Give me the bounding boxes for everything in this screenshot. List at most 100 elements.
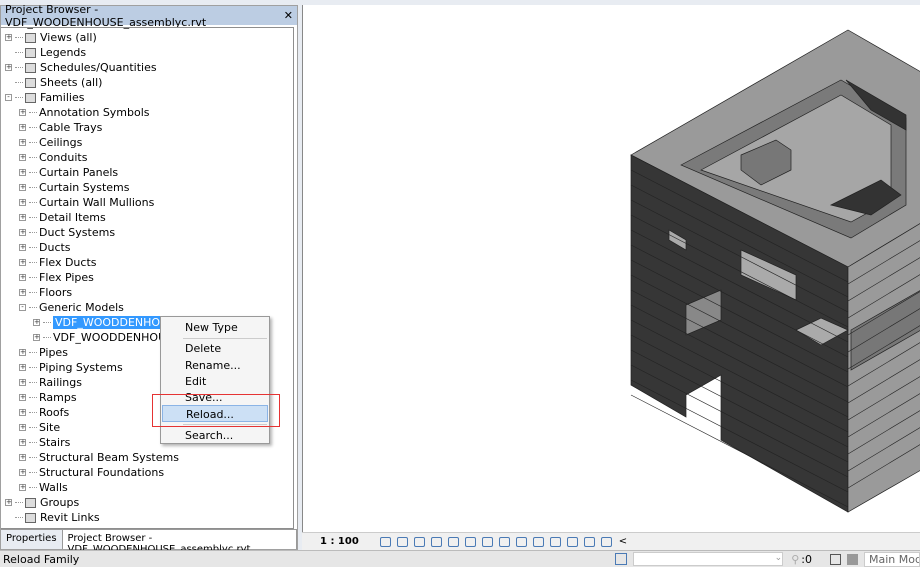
temp-view-props-icon[interactable] [549,536,561,547]
tree-item[interactable]: + Ceilings [19,135,82,150]
tree-item[interactable]: + Stairs [19,435,70,450]
expand-icon[interactable]: + [19,454,26,461]
tree-connector [29,472,37,473]
menu-item-delete[interactable]: Delete [162,340,268,357]
tree-item[interactable]: + Floors [19,285,72,300]
expand-icon[interactable]: + [19,484,26,491]
tree-item-label: Ramps [39,391,77,404]
lock-view-icon[interactable] [498,536,510,547]
expand-icon[interactable]: + [19,244,26,251]
expand-icon[interactable]: + [19,379,26,386]
design-options-icon[interactable] [830,553,841,565]
editing-requests-icon[interactable] [847,553,858,565]
hide-elements-icon[interactable] [583,536,595,547]
tree-item[interactable]: + Curtain Panels [19,165,118,180]
menu-item-edit[interactable]: Edit [162,373,268,390]
expand-icon[interactable]: + [19,409,26,416]
tree-item-label: Stairs [39,436,71,449]
scale-selector[interactable]: 1 : 100 [320,536,359,547]
tree-item[interactable]: + Groups [5,495,79,510]
menu-item-search[interactable]: Search... [162,427,268,444]
tree-item[interactable]: Legends [5,45,86,60]
tree-item[interactable]: + Ramps [19,390,77,405]
reveal-hidden-icon[interactable] [532,536,544,547]
expand-icon[interactable]: + [33,319,40,326]
tree-item[interactable]: + Roofs [19,405,69,420]
expand-icon[interactable]: + [19,424,26,431]
design-option-dropdown[interactable]: Main Mode [864,551,920,567]
tab-properties[interactable]: Properties [1,530,63,549]
analytical-model-icon[interactable] [566,536,578,547]
expand-icon[interactable]: + [19,274,26,281]
constraints-icon[interactable] [600,536,612,547]
workset-dropdown[interactable]: ⌄ [633,552,784,566]
expand-icon[interactable]: + [19,124,26,131]
crop-view-icon[interactable] [464,536,476,547]
tree-item[interactable]: + Walls [19,480,68,495]
expand-icon[interactable]: + [19,139,26,146]
tree-item[interactable]: + Piping Systems [19,360,123,375]
tree-item-label: Roofs [39,406,70,419]
expand-icon[interactable]: + [19,439,26,446]
expand-icon[interactable]: + [5,499,12,506]
tree-item[interactable]: + Views (all) [5,30,97,45]
render-icon[interactable] [447,536,459,547]
tree-item[interactable]: + Railings [19,375,82,390]
expand-icon[interactable]: + [5,34,12,41]
tree-item[interactable]: - Families [5,90,84,105]
expand-icon[interactable]: + [19,169,26,176]
close-icon[interactable]: ✕ [284,9,293,22]
tree-item[interactable]: + Flex Pipes [19,270,94,285]
expand-icon[interactable]: + [19,289,26,296]
tree-item[interactable]: + Detail Items [19,210,106,225]
menu-item-newtype[interactable]: New Type [162,319,268,336]
show-crop-icon[interactable] [481,536,493,547]
expand-icon[interactable]: + [19,229,26,236]
expand-icon[interactable]: + [19,349,26,356]
collapse-icon[interactable]: - [19,304,26,311]
worksets-icon[interactable] [615,553,628,565]
tree-item[interactable]: + Duct Systems [19,225,115,240]
project-tree[interactable]: + Views (all) Legends + Schedules/Quantities… [1,27,294,529]
collapse-icon[interactable]: < [619,536,627,547]
tree-item[interactable]: + Curtain Wall Mullions [19,195,154,210]
3d-viewport[interactable] [302,5,920,532]
tree-item[interactable]: - Generic Models [19,300,124,315]
tree-item[interactable]: + Structural Beam Systems [19,450,179,465]
expand-icon[interactable]: + [19,214,26,221]
expand-icon[interactable]: + [19,259,26,266]
tree-item[interactable]: + Annotation Symbols [19,105,150,120]
expand-icon[interactable]: + [19,364,26,371]
expand-icon[interactable]: + [19,394,26,401]
tree-item[interactable]: + Structural Foundations [19,465,164,480]
shadows-icon[interactable] [430,536,442,547]
expand-icon[interactable]: + [19,199,26,206]
tree-item[interactable]: + Ducts [19,240,71,255]
expand-icon[interactable]: + [19,109,26,116]
tree-item[interactable]: + Site [19,420,60,435]
expand-icon[interactable]: + [19,469,26,476]
tree-item-label: Sheets (all) [40,76,103,89]
detail-level-icon[interactable] [379,536,391,547]
collapse-icon[interactable]: - [5,94,12,101]
temp-hide-icon[interactable] [515,536,527,547]
tree-connector [29,142,37,143]
tree-item-label: Schedules/Quantities [40,61,157,74]
tree-item[interactable]: + Schedules/Quantities [5,60,157,75]
expand-icon[interactable]: + [5,64,12,71]
sun-path-icon[interactable] [413,536,425,547]
tree-item[interactable]: + Curtain Systems [19,180,130,195]
visual-style-icon[interactable] [396,536,408,547]
expand-icon[interactable]: + [33,334,40,341]
menu-item-rename[interactable]: Rename... [162,357,268,374]
tree-item[interactable]: + Cable Trays [19,120,102,135]
tree-item[interactable]: + Flex Ducts [19,255,97,270]
tab-project-browser[interactable]: Project Browser - VDF_WOODENHOUSE_assemb… [62,530,297,555]
expand-icon[interactable]: + [19,154,26,161]
tree-item[interactable]: + Pipes [19,345,68,360]
tree-item[interactable]: Sheets (all) [5,75,102,90]
tree-item[interactable]: Revit Links [5,510,100,525]
tree-item[interactable]: + Conduits [19,150,87,165]
filter-icon[interactable]: ⚲ [791,553,799,566]
expand-icon[interactable]: + [19,184,26,191]
